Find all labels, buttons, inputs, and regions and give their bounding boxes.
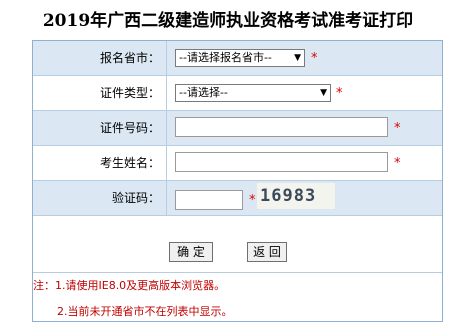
name-label: 考生姓名： <box>33 146 167 180</box>
captcha-input[interactable] <box>175 190 243 210</box>
province-row: 报名省市： --请选择报名省市-- ▼ * <box>33 41 442 76</box>
required-mark: * <box>249 193 256 208</box>
captcha-label: 验证码： <box>33 181 167 215</box>
name-input[interactable] <box>175 152 388 172</box>
confirm-button[interactable]: 确 定 <box>169 242 213 262</box>
divider <box>33 272 442 273</box>
chevron-down-icon: ▼ <box>320 88 327 98</box>
province-label: 报名省市： <box>33 41 167 75</box>
province-select[interactable]: --请选择报名省市-- ▼ <box>175 49 305 67</box>
required-mark: * <box>336 86 343 101</box>
admission-ticket-form: 报名省市： --请选择报名省市-- ▼ * 证件类型： --请选择-- ▼ * … <box>32 40 443 322</box>
required-mark: * <box>311 51 318 66</box>
name-row: 考生姓名： * <box>33 146 442 181</box>
page-title: 2019年广西二级建造师执业资格考试准考证打印 <box>42 11 414 31</box>
captcha-text: 16983 <box>260 186 317 206</box>
cert-type-select-value: --请选择-- <box>179 86 228 99</box>
note-line-2: 2.当前未开通省市不在列表中显示。 <box>57 305 233 318</box>
back-button[interactable]: 返 回 <box>247 242 287 262</box>
cert-no-row: 证件号码： * <box>33 111 442 146</box>
required-mark: * <box>394 156 401 171</box>
captcha-row: 验证码： * 16983 <box>33 181 442 216</box>
cert-no-input[interactable] <box>175 117 388 137</box>
captcha-image[interactable]: 16983 <box>257 183 335 209</box>
cert-type-select[interactable]: --请选择-- ▼ <box>175 84 331 102</box>
cert-no-label: 证件号码： <box>33 111 167 145</box>
chevron-down-icon: ▼ <box>294 53 301 63</box>
cert-type-row: 证件类型： --请选择-- ▼ * <box>33 76 442 111</box>
note-line-1: 注：1.请使用IE8.0及更高版本浏览器。 <box>33 279 226 292</box>
required-mark: * <box>394 121 401 136</box>
province-select-value: --请选择报名省市-- <box>179 51 272 64</box>
cert-type-label: 证件类型： <box>33 76 167 110</box>
